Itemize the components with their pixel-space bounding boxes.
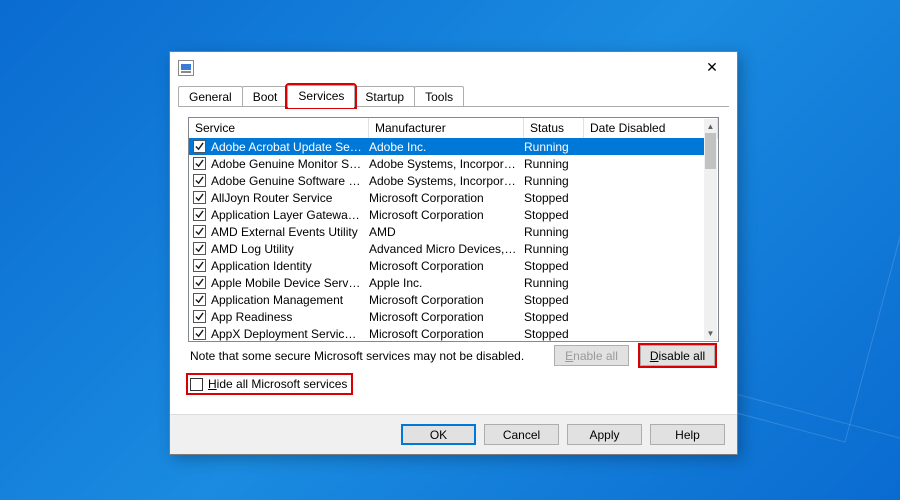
service-status: Running bbox=[524, 276, 584, 290]
tab-boot[interactable]: Boot bbox=[242, 86, 289, 107]
note-text: Note that some secure Microsoft services… bbox=[190, 349, 524, 363]
tab-startup[interactable]: Startup bbox=[354, 86, 415, 107]
service-name: AMD External Events Utility bbox=[211, 225, 369, 239]
service-manufacturer: Adobe Systems, Incorpora... bbox=[369, 157, 524, 171]
service-status: Stopped bbox=[524, 327, 584, 341]
service-row[interactable]: Application Layer Gateway ServiceMicroso… bbox=[189, 206, 704, 223]
service-manufacturer: Adobe Inc. bbox=[369, 140, 524, 154]
service-checkbox[interactable] bbox=[193, 259, 206, 272]
service-checkbox[interactable] bbox=[193, 140, 206, 153]
service-manufacturer: Microsoft Corporation bbox=[369, 208, 524, 222]
service-name: Adobe Genuine Software Integri... bbox=[211, 174, 369, 188]
service-status: Stopped bbox=[524, 310, 584, 324]
tab-general[interactable]: General bbox=[178, 86, 243, 107]
scroll-thumb[interactable] bbox=[705, 133, 716, 169]
hide-microsoft-label: Hide all Microsoft services bbox=[208, 377, 347, 391]
service-name: App Readiness bbox=[211, 310, 369, 324]
service-checkbox[interactable] bbox=[193, 174, 206, 187]
service-name: Adobe Genuine Monitor Service bbox=[211, 157, 369, 171]
service-row[interactable]: Application ManagementMicrosoft Corporat… bbox=[189, 291, 704, 308]
col-date-disabled[interactable]: Date Disabled bbox=[584, 118, 718, 138]
service-manufacturer: Microsoft Corporation bbox=[369, 293, 524, 307]
service-manufacturer: Microsoft Corporation bbox=[369, 191, 524, 205]
service-row[interactable]: Apple Mobile Device ServiceApple Inc.Run… bbox=[189, 274, 704, 291]
col-service[interactable]: Service bbox=[189, 118, 369, 138]
service-checkbox[interactable] bbox=[193, 327, 206, 340]
hide-microsoft-checkbox[interactable] bbox=[190, 378, 203, 391]
service-rows: Adobe Acrobat Update ServiceAdobe Inc.Ru… bbox=[189, 138, 704, 341]
tab-strip: General Boot Services Startup Tools bbox=[170, 83, 737, 107]
service-manufacturer: Microsoft Corporation bbox=[369, 310, 524, 324]
column-headers[interactable]: Service Manufacturer Status Date Disable… bbox=[189, 118, 718, 139]
service-name: Application Layer Gateway Service bbox=[211, 208, 369, 222]
enable-all-button[interactable]: Enable all bbox=[554, 345, 629, 366]
service-row[interactable]: AppX Deployment Service (AppX...Microsof… bbox=[189, 325, 704, 341]
service-manufacturer: AMD bbox=[369, 225, 524, 239]
service-manufacturer: Microsoft Corporation bbox=[369, 327, 524, 341]
service-row[interactable]: Adobe Genuine Monitor ServiceAdobe Syste… bbox=[189, 155, 704, 172]
service-checkbox[interactable] bbox=[193, 242, 206, 255]
help-button[interactable]: Help bbox=[650, 424, 725, 445]
service-checkbox[interactable] bbox=[193, 225, 206, 238]
service-checkbox[interactable] bbox=[193, 310, 206, 323]
service-checkbox[interactable] bbox=[193, 191, 206, 204]
service-row[interactable]: App ReadinessMicrosoft CorporationStoppe… bbox=[189, 308, 704, 325]
service-row[interactable]: AllJoyn Router ServiceMicrosoft Corporat… bbox=[189, 189, 704, 206]
col-status[interactable]: Status bbox=[524, 118, 584, 138]
col-manufacturer[interactable]: Manufacturer bbox=[369, 118, 524, 138]
dialog-buttons: OK Cancel Apply Help bbox=[170, 414, 737, 454]
service-name: AllJoyn Router Service bbox=[211, 191, 369, 205]
service-status: Running bbox=[524, 157, 584, 171]
service-manufacturer: Apple Inc. bbox=[369, 276, 524, 290]
services-panel: Service Manufacturer Status Date Disable… bbox=[178, 107, 729, 414]
service-status: Running bbox=[524, 140, 584, 154]
services-listview[interactable]: Service Manufacturer Status Date Disable… bbox=[188, 117, 719, 342]
service-status: Running bbox=[524, 225, 584, 239]
msconfig-dialog: ✕ General Boot Services Startup Tools Se… bbox=[169, 51, 738, 455]
service-manufacturer: Advanced Micro Devices, I... bbox=[369, 242, 524, 256]
service-manufacturer: Microsoft Corporation bbox=[369, 259, 524, 273]
close-button[interactable]: ✕ bbox=[695, 57, 729, 79]
service-status: Stopped bbox=[524, 293, 584, 307]
service-checkbox[interactable] bbox=[193, 293, 206, 306]
hide-microsoft-services-option[interactable]: Hide all Microsoft services bbox=[188, 375, 351, 393]
service-name: AppX Deployment Service (AppX... bbox=[211, 327, 369, 341]
service-row[interactable]: Adobe Acrobat Update ServiceAdobe Inc.Ru… bbox=[189, 138, 704, 155]
service-name: Adobe Acrobat Update Service bbox=[211, 140, 369, 154]
service-name: Application Management bbox=[211, 293, 369, 307]
titlebar[interactable]: ✕ bbox=[170, 52, 737, 83]
service-status: Stopped bbox=[524, 259, 584, 273]
service-checkbox[interactable] bbox=[193, 157, 206, 170]
system-icon bbox=[178, 60, 194, 76]
service-name: Application Identity bbox=[211, 259, 369, 273]
vertical-scrollbar[interactable]: ▲ ▼ bbox=[704, 119, 717, 340]
service-status: Stopped bbox=[524, 208, 584, 222]
service-row[interactable]: AMD Log UtilityAdvanced Micro Devices, I… bbox=[189, 240, 704, 257]
scroll-down-icon[interactable]: ▼ bbox=[704, 326, 717, 340]
service-row[interactable]: AMD External Events UtilityAMDRunning bbox=[189, 223, 704, 240]
service-status: Stopped bbox=[524, 191, 584, 205]
service-row[interactable]: Application IdentityMicrosoft Corporatio… bbox=[189, 257, 704, 274]
service-status: Running bbox=[524, 174, 584, 188]
service-manufacturer: Adobe Systems, Incorpora... bbox=[369, 174, 524, 188]
scroll-up-icon[interactable]: ▲ bbox=[704, 119, 717, 133]
tab-services[interactable]: Services bbox=[287, 85, 355, 107]
service-name: Apple Mobile Device Service bbox=[211, 276, 369, 290]
service-checkbox[interactable] bbox=[193, 276, 206, 289]
service-row[interactable]: Adobe Genuine Software Integri...Adobe S… bbox=[189, 172, 704, 189]
service-status: Running bbox=[524, 242, 584, 256]
tab-tools[interactable]: Tools bbox=[414, 86, 464, 107]
service-name: AMD Log Utility bbox=[211, 242, 369, 256]
cancel-button[interactable]: Cancel bbox=[484, 424, 559, 445]
disable-all-button[interactable]: Disable all bbox=[640, 345, 715, 366]
apply-button[interactable]: Apply bbox=[567, 424, 642, 445]
ok-button[interactable]: OK bbox=[401, 424, 476, 445]
service-checkbox[interactable] bbox=[193, 208, 206, 221]
